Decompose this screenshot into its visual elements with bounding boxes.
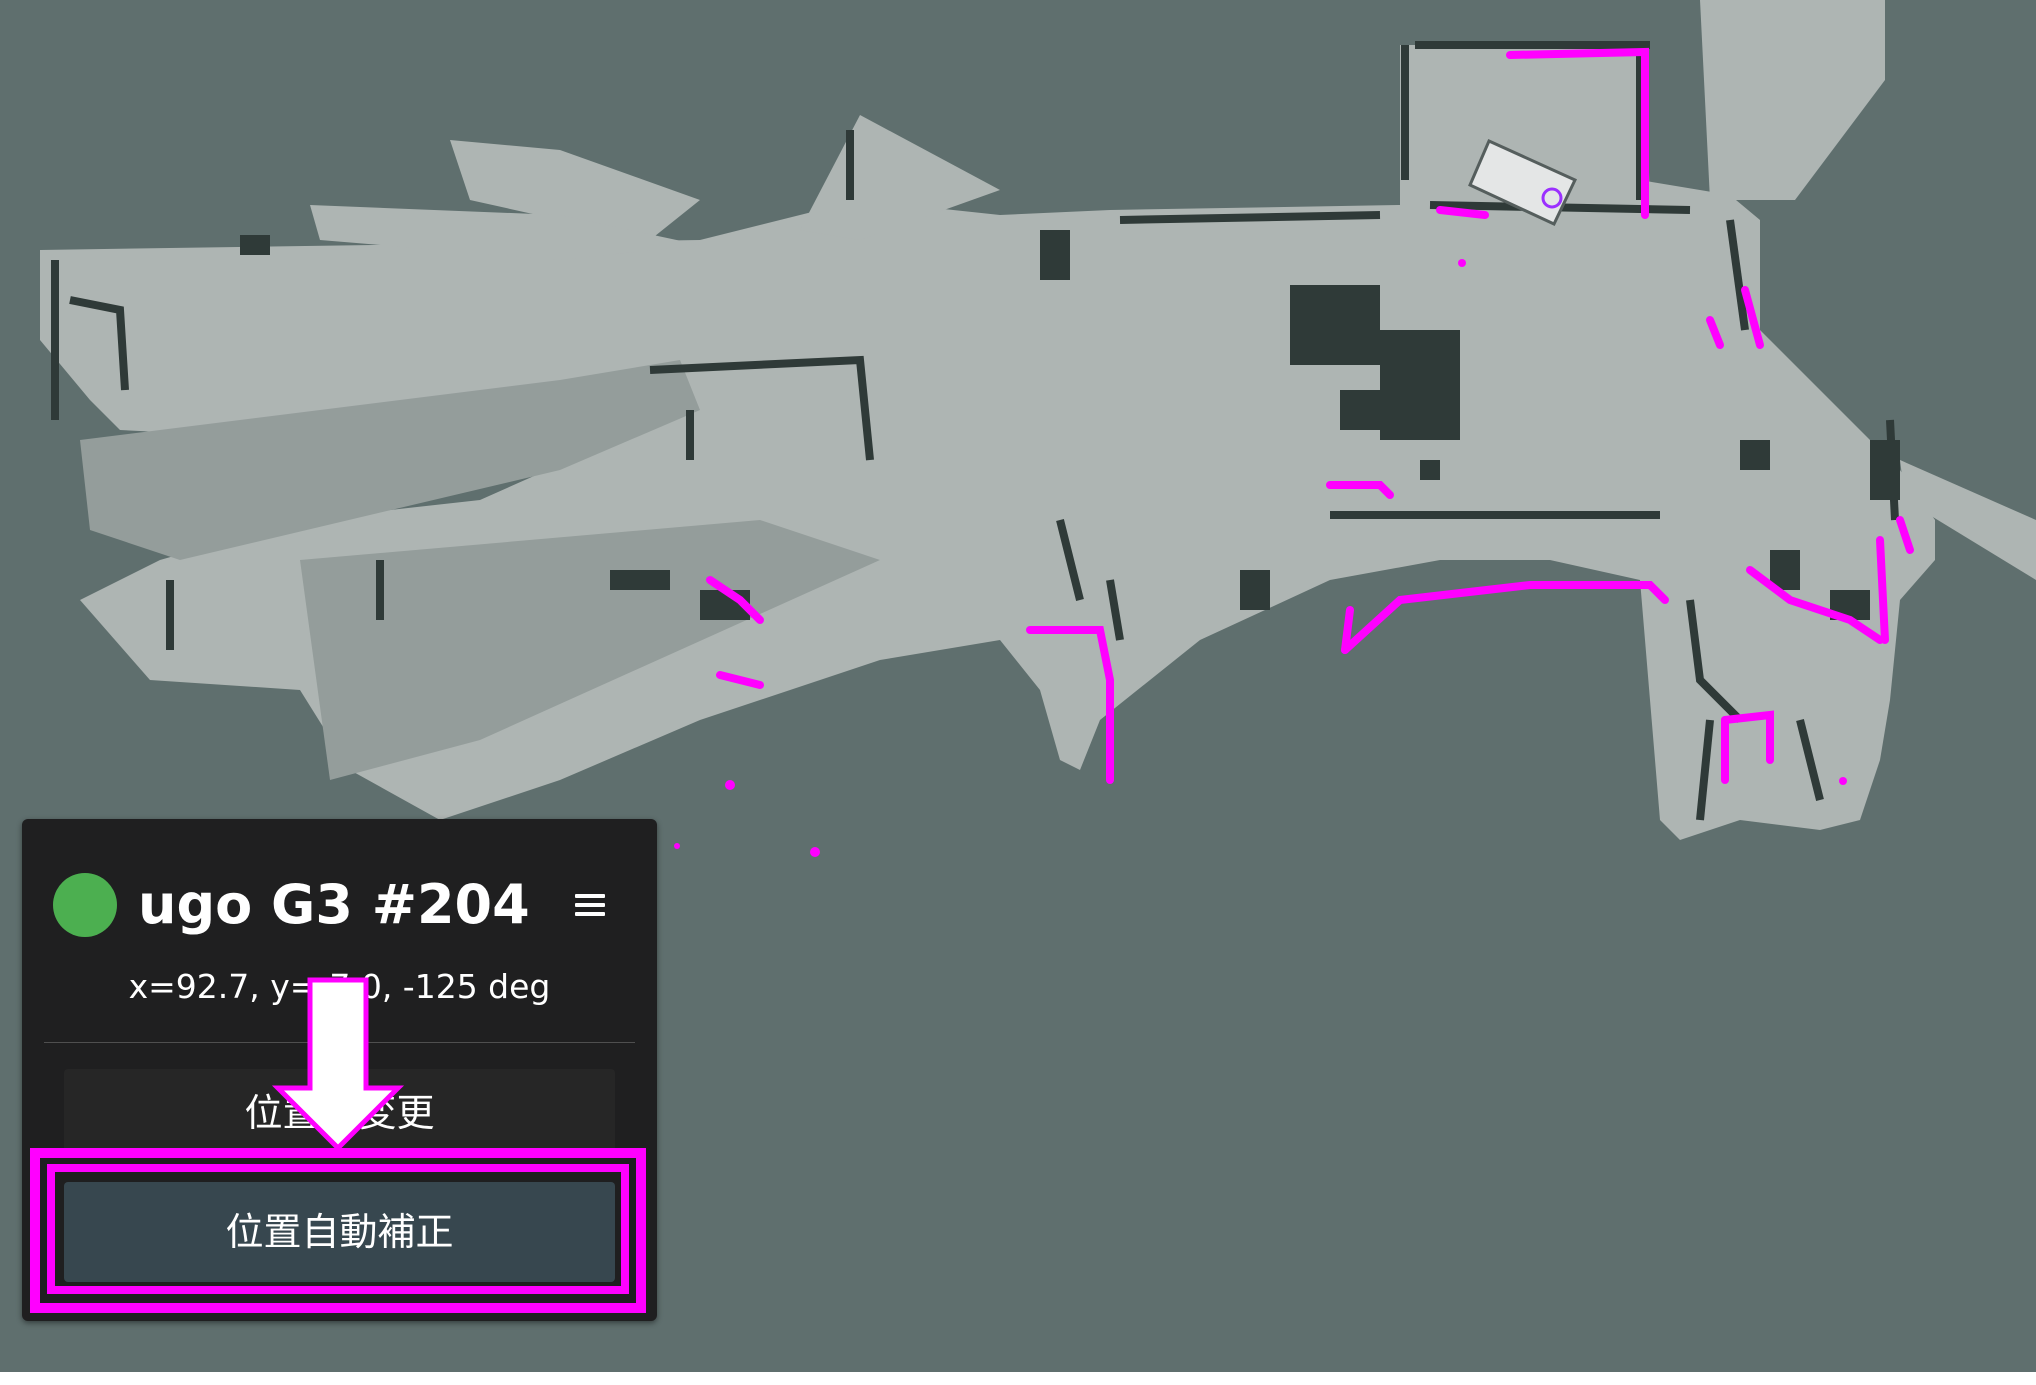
hamburger-menu-icon[interactable] [562, 877, 618, 933]
divider [44, 1042, 635, 1043]
robot-panel: ugo G3 #204 x=92.7, y=-7.0, -125 deg 位置の… [22, 819, 657, 1321]
change-position-button[interactable]: 位置の変更 [64, 1069, 615, 1157]
auto-correct-position-button[interactable]: 位置自動補正 [64, 1182, 615, 1282]
status-dot-icon [53, 873, 117, 937]
robot-name: ugo G3 #204 [138, 873, 530, 936]
robot-pose: x=92.7, y=-7.0, -125 deg [128, 967, 551, 1006]
